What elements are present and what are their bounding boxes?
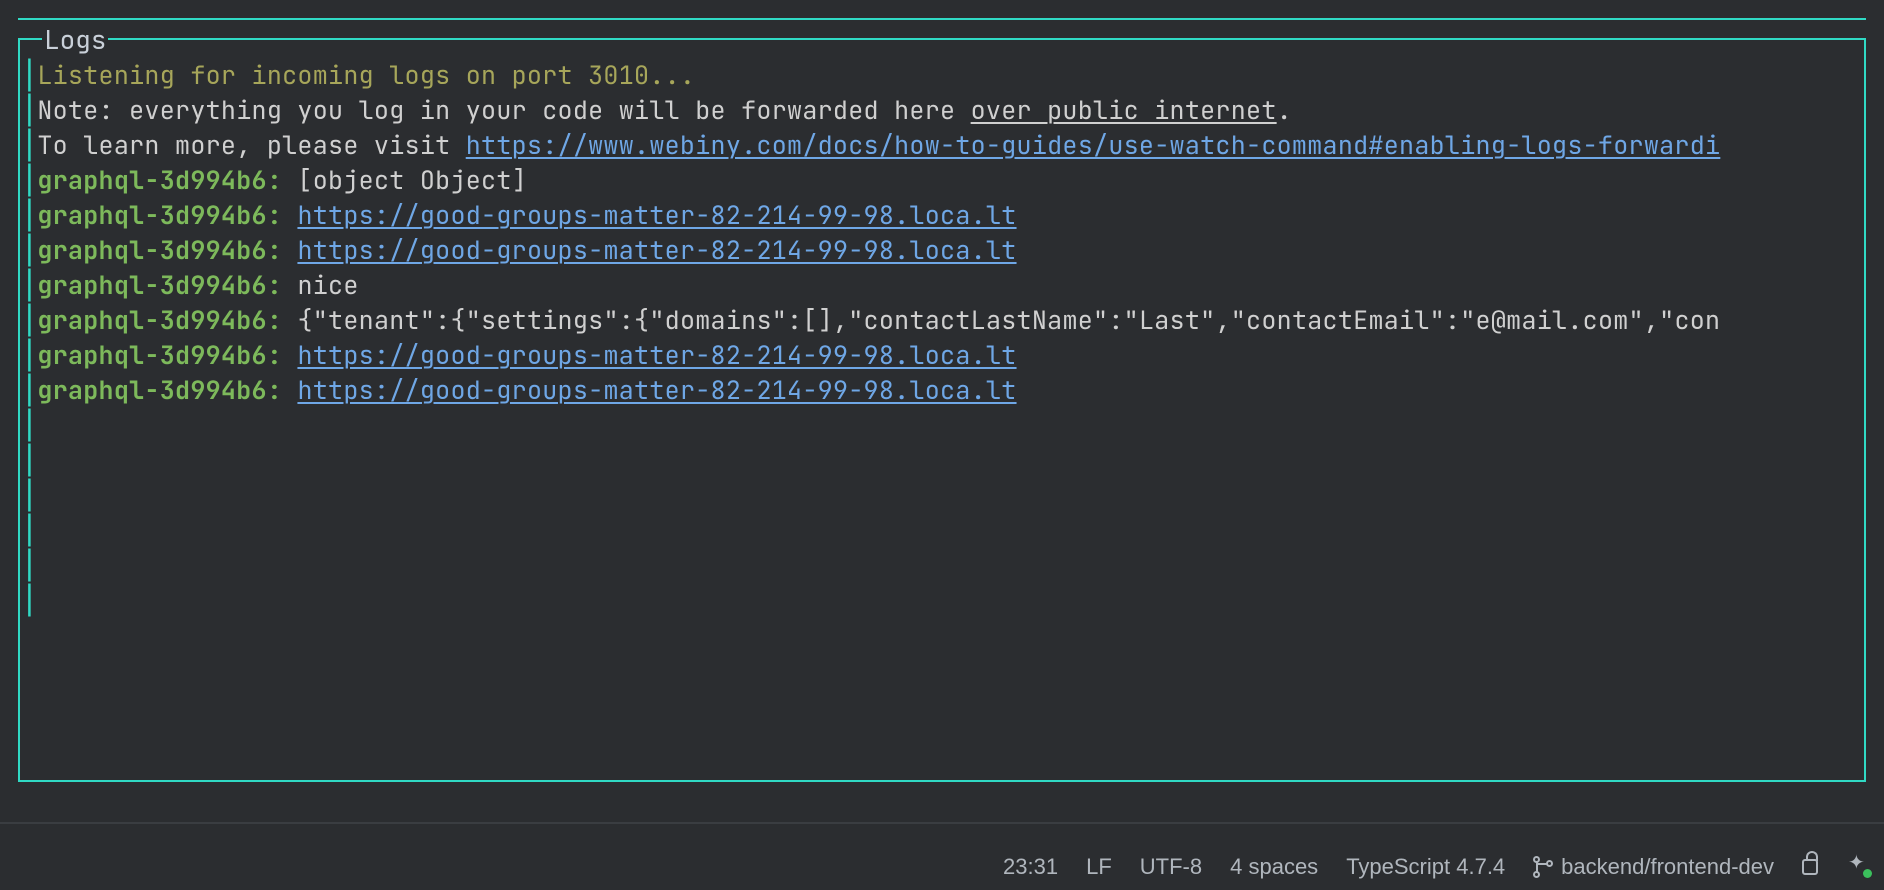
readonly-indicator[interactable] — [1802, 853, 1818, 881]
log-message: [object Object] — [297, 163, 527, 197]
lock-icon — [1802, 859, 1818, 875]
panel-title: Logs — [42, 22, 108, 57]
previous-panel-edge — [18, 18, 1866, 20]
log-message: nice — [297, 268, 358, 302]
tunnel-link[interactable]: https://good-groups-matter-82-214-99-98.… — [297, 338, 1016, 372]
log-prefix: graphql-3d994b6: — [37, 198, 282, 232]
tunnel-link[interactable]: https://good-groups-matter-82-214-99-98.… — [297, 373, 1016, 407]
log-listening: Listening for incoming logs on port 3010… — [37, 58, 695, 92]
log-prefix: graphql-3d994b6: — [37, 233, 282, 267]
sparkle-icon — [1846, 852, 1870, 876]
log-note: Note: everything you log in your code wi… — [37, 93, 1292, 127]
cursor-position[interactable]: 23:31 — [1003, 854, 1058, 880]
log-prefix: graphql-3d994b6: — [37, 268, 282, 302]
docs-link[interactable]: https://www.webiny.com/docs/how-to-guide… — [466, 128, 1721, 162]
terminal-panel: Logs │Listening for incoming logs on por… — [0, 0, 1884, 822]
log-prefix: graphql-3d994b6: — [37, 303, 282, 337]
tunnel-link[interactable]: https://good-groups-matter-82-214-99-98.… — [297, 233, 1016, 267]
line-separator[interactable]: LF — [1086, 854, 1112, 880]
log-prefix: graphql-3d994b6: — [37, 373, 282, 407]
git-branch[interactable]: backend/frontend-dev — [1533, 854, 1774, 880]
tunnel-link[interactable]: https://good-groups-matter-82-214-99-98.… — [297, 198, 1016, 232]
status-bar: 23:31 LF UTF-8 4 spaces TypeScript 4.7.4… — [0, 822, 1884, 890]
branch-icon — [1533, 856, 1553, 878]
logs-panel: Logs │Listening for incoming logs on por… — [18, 38, 1866, 782]
log-message: {"tenant":{"settings":{"domains":[],"con… — [297, 303, 1720, 337]
log-learn-more: To learn more, please visit https://www.… — [37, 128, 1720, 162]
log-prefix: graphql-3d994b6: — [37, 338, 282, 372]
file-encoding[interactable]: UTF-8 — [1140, 854, 1202, 880]
ai-assistant[interactable] — [1846, 852, 1870, 882]
branch-name: backend/frontend-dev — [1561, 854, 1774, 880]
log-prefix: graphql-3d994b6: — [37, 163, 282, 197]
language-mode[interactable]: TypeScript 4.7.4 — [1346, 854, 1505, 880]
indent-setting[interactable]: 4 spaces — [1230, 854, 1318, 880]
